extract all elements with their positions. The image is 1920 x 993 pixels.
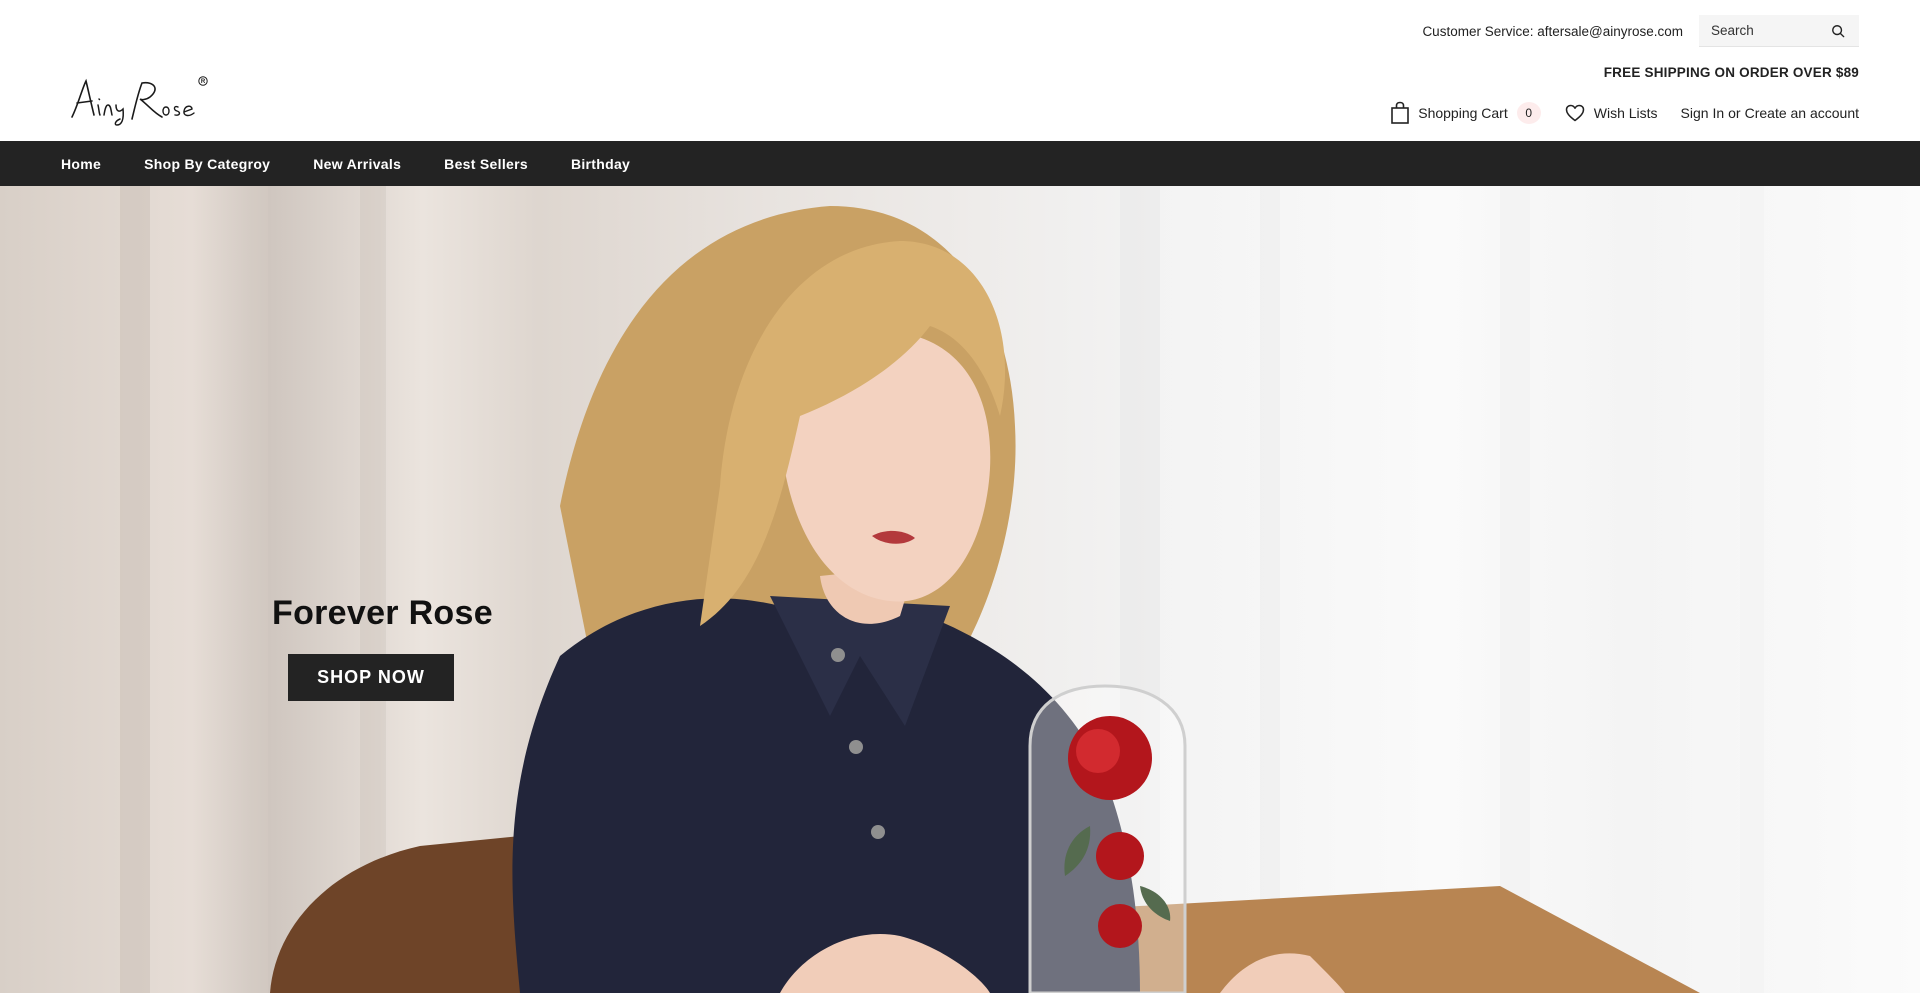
search-icon[interactable] xyxy=(1831,24,1845,38)
shop-now-button[interactable]: SHOP NOW xyxy=(288,654,454,701)
nav-item-best-sellers[interactable]: Best Sellers xyxy=(444,156,528,172)
wish-lists-label[interactable]: Wish Lists xyxy=(1594,105,1658,121)
hero-photo xyxy=(120,186,1764,993)
shopping-cart-link[interactable]: Shopping Cart 0 xyxy=(1390,101,1541,125)
top-bar: Customer Service: aftersale@ainyrose.com xyxy=(1422,15,1859,47)
wish-lists-link[interactable]: Wish Lists xyxy=(1565,104,1658,122)
header-actions: Shopping Cart 0 Wish Lists Sign In or Crea… xyxy=(1390,97,1859,129)
nav-item-shop-by-category[interactable]: Shop By Categroy xyxy=(144,156,270,172)
shopping-bag-icon[interactable] xyxy=(1390,101,1410,125)
hero-title: Forever Rose xyxy=(272,594,493,632)
account-links: Sign In or Create an account xyxy=(1681,105,1859,121)
search-input[interactable] xyxy=(1711,23,1821,38)
nav-item-birthday[interactable]: Birthday xyxy=(571,156,630,172)
search-box[interactable] xyxy=(1699,15,1859,47)
cart-count-badge: 0 xyxy=(1516,102,1541,124)
main-navigation: Home Shop By Categroy New Arrivals Best … xyxy=(0,141,1920,186)
heart-icon[interactable] xyxy=(1565,104,1585,122)
nav-item-home[interactable]: Home xyxy=(61,156,101,172)
create-account-link[interactable]: Create an account xyxy=(1745,105,1859,121)
ainyrose-logo[interactable]: R xyxy=(62,75,212,127)
shopping-cart-label[interactable]: Shopping Cart xyxy=(1418,105,1508,121)
or-separator: or xyxy=(1728,105,1741,121)
customer-service-text: Customer Service: aftersale@ainyrose.com xyxy=(1422,23,1683,39)
hero-banner: Forever Rose SHOP NOW xyxy=(0,186,1920,993)
nav-item-new-arrivals[interactable]: New Arrivals xyxy=(313,156,401,172)
site-header: Customer Service: aftersale@ainyrose.com… xyxy=(0,0,1920,141)
free-shipping-banner: FREE SHIPPING ON ORDER OVER $89 xyxy=(1603,65,1859,80)
svg-text:R: R xyxy=(201,79,206,85)
sign-in-link[interactable]: Sign In xyxy=(1681,105,1725,121)
